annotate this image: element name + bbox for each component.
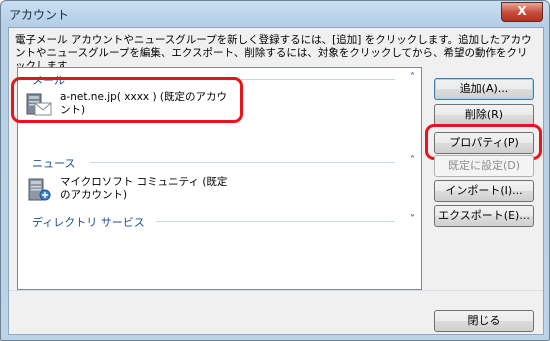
expand-chevron-icon[interactable]: ˅	[410, 214, 415, 225]
add-button[interactable]: 追加(A)...	[434, 78, 534, 100]
collapse-chevron-icon[interactable]: ˄	[410, 155, 415, 166]
close-window-button[interactable]: X	[501, 2, 543, 22]
set-default-button[interactable]: 既定に設定(D)	[434, 155, 534, 177]
group-divider	[90, 162, 395, 163]
group-header-news[interactable]: ニュース ˄	[18, 154, 421, 170]
close-button[interactable]: 閉じる	[434, 310, 534, 332]
window-title: アカウント	[9, 8, 70, 22]
remove-button[interactable]: 削除(R)	[434, 104, 534, 126]
import-button[interactable]: インポート(I)...	[434, 180, 534, 202]
dialog-client-area: 電子メール アカウントやニュースグループを新しく登録するには、[追加] をクリッ…	[8, 27, 544, 335]
group-divider	[156, 221, 395, 222]
close-icon: X	[517, 4, 527, 18]
collapse-chevron-icon[interactable]: ˄	[410, 72, 415, 83]
group-header-directory[interactable]: ディレクトリ サービス ˅	[18, 213, 421, 229]
account-name-news: マイクロソフト コミュニティ (既定のアカウント)	[60, 176, 228, 201]
dialog-footer: 閉じる	[9, 291, 543, 334]
news-server-icon	[28, 178, 51, 201]
group-label-news: ニュース	[32, 157, 76, 170]
accounts-dialog: アカウント X 電子メール アカウントやニュースグループを新しく登録するには、[…	[0, 0, 550, 341]
account-item-news[interactable]: マイクロソフト コミュニティ (既定のアカウント)	[20, 174, 250, 208]
group-label-directory: ディレクトリ サービス	[32, 216, 145, 229]
annotation-highlight-account	[11, 77, 243, 123]
export-button[interactable]: エクスポート(E)...	[434, 205, 534, 227]
title-bar[interactable]: アカウント X	[1, 1, 549, 27]
